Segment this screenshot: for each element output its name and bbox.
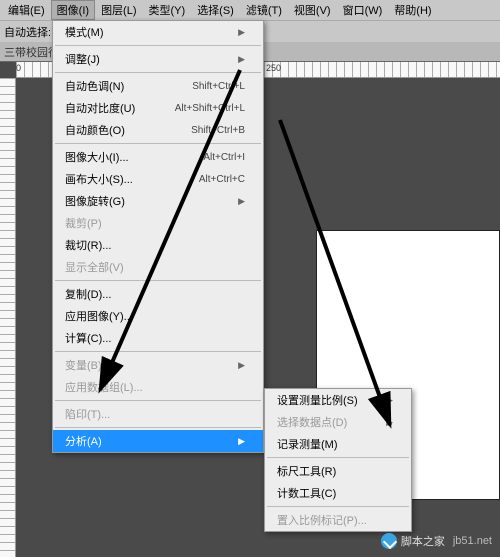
submenu-analysis-item-4[interactable]: 标尺工具(R) [265,460,411,482]
chevron-right-icon: ▶ [238,196,245,207]
menu-编辑[interactable]: 编辑(E) [2,0,51,20]
menu-视图[interactable]: 视图(V) [288,0,337,20]
menu-image-item-4[interactable]: 自动色调(N)Shift+Ctrl+L [53,75,263,97]
submenu-analysis-item-1: 选择数据点(D)▶ [265,411,411,433]
menu-图像[interactable]: 图像(I) [51,0,95,20]
menu-image-item-19: 变量(B)▶ [53,354,263,376]
submenu-analysis: 设置测量比例(S)▶选择数据点(D)▶记录测量(M) 标尺工具(R)计数工具(C)… [264,388,412,532]
menu-image-item-8[interactable]: 图像大小(I)...Alt+Ctrl+I [53,146,263,168]
submenu-analysis-item-7: 置入比例标记(P)... [265,509,411,531]
chevron-right-icon: ▶ [238,360,245,371]
chevron-right-icon: ▶ [238,27,245,38]
menu-image-item-9[interactable]: 画布大小(S)...Alt+Ctrl+C [53,168,263,190]
menu-窗口[interactable]: 窗口(W) [337,0,389,20]
menu-image-item-11: 裁剪(P) [53,212,263,234]
menu-image-item-13: 显示全部(V) [53,256,263,278]
watermark-text: 脚本之家 [401,533,445,549]
menu-image-item-22: 陷印(T)... [53,403,263,425]
menu-image-item-6[interactable]: 自动颜色(O)Shift+Ctrl+B [53,119,263,141]
watermark: 脚本之家 jb51.net [381,533,492,549]
menu-image-item-24[interactable]: 分析(A)▶ [53,430,263,452]
chevron-right-icon: ▶ [238,54,245,65]
chevron-right-icon: ▶ [238,436,245,447]
chevron-right-icon: ▶ [386,417,393,428]
menu-image: 模式(M)▶ 调整(J)▶ 自动色调(N)Shift+Ctrl+L自动对比度(U)A… [52,20,264,453]
chevron-right-icon: ▶ [386,395,393,406]
submenu-analysis-item-0[interactable]: 设置测量比例(S)▶ [265,389,411,411]
menu-image-item-2[interactable]: 调整(J)▶ [53,48,263,70]
submenu-analysis-item-5[interactable]: 计数工具(C) [265,482,411,504]
menu-选择[interactable]: 选择(S) [191,0,240,20]
menu-帮助[interactable]: 帮助(H) [388,0,437,20]
auto-select-label: 自动选择: [4,24,51,40]
menu-image-item-20: 应用数据组(L)... [53,376,263,398]
menu-图层[interactable]: 图层(L) [95,0,142,20]
submenu-analysis-item-2[interactable]: 记录测量(M) [265,433,411,455]
watermark-logo-icon [381,533,397,549]
menu-image-item-12[interactable]: 裁切(R)... [53,234,263,256]
watermark-url: jb51.net [453,535,492,547]
menu-image-item-0[interactable]: 模式(M)▶ [53,21,263,43]
menu-image-item-10[interactable]: 图像旋转(G)▶ [53,190,263,212]
menu-滤镜[interactable]: 滤镜(T) [240,0,288,20]
menu-image-item-16[interactable]: 应用图像(Y)... [53,305,263,327]
menubar: 编辑(E)图像(I)图层(L)类型(Y)选择(S)滤镜(T)视图(V)窗口(W)… [0,0,500,20]
menu-image-item-15[interactable]: 复制(D)... [53,283,263,305]
ruler-vertical [0,78,16,557]
menu-image-item-17[interactable]: 计算(C)... [53,327,263,349]
menu-image-item-5[interactable]: 自动对比度(U)Alt+Shift+Ctrl+L [53,97,263,119]
menu-类型[interactable]: 类型(Y) [143,0,192,20]
tab-fragment-left: 三带校园行 [4,44,59,60]
